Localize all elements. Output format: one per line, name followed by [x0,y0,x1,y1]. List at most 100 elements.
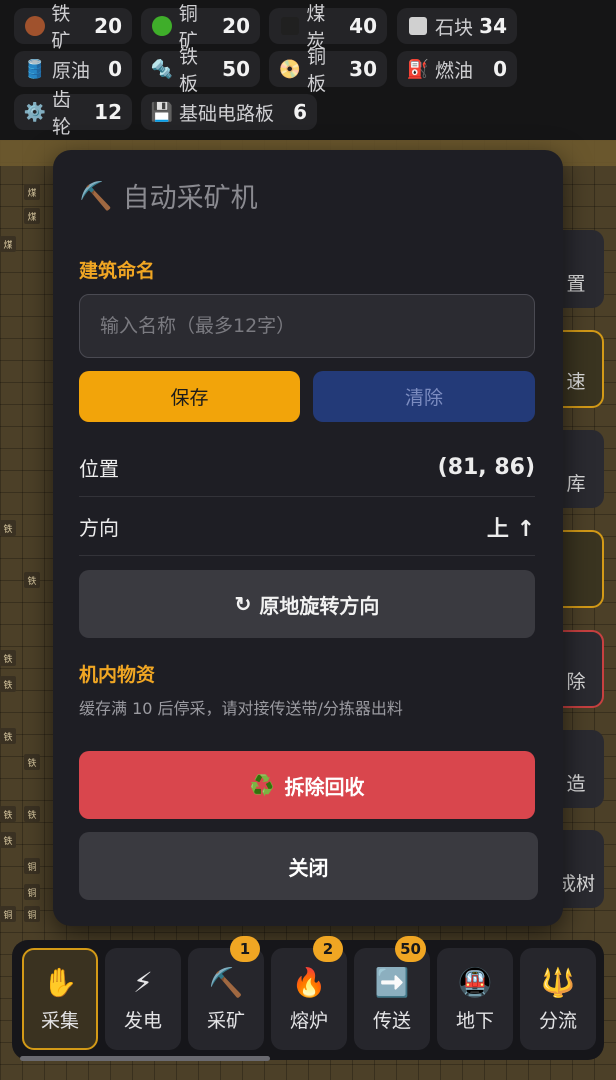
circuit-board-icon: 💾 [150,101,174,123]
resource-count: 34 [479,14,507,38]
rotate-direction-button[interactable]: ↻ 原地旋转方向 [79,570,535,638]
resource-chip: 🛢️ 原油 0 [14,51,132,87]
stone-icon [407,15,429,37]
tool-label: 传送 [372,1009,411,1032]
resource-label: 原油 [52,59,91,82]
tool-fire[interactable]: 🔥 熔炉 2 [271,936,347,1050]
resource-chip: 煤炭 40 [269,3,387,52]
resource-count: 6 [293,100,307,124]
fuel-icon: ⛽ [406,58,430,80]
close-button[interactable]: 关闭 [79,832,538,900]
building-name-input[interactable] [79,294,535,358]
demolish-button[interactable]: ♻️ 拆除回收 [79,751,535,819]
hand-icon: ✋ [42,965,78,999]
resource-count: 0 [493,57,507,81]
direction-value: 上 ↑ [486,516,535,542]
ore-tile: 铁 [24,754,40,770]
trident-icon: 🔱 [540,965,576,999]
position-row: 位置 (81, 86) [79,439,535,497]
tool-lightning[interactable]: ⚡ 发电 [105,948,181,1050]
pickaxe-icon: ⛏️ [79,180,113,212]
tool-label: 熔炉 [289,1009,328,1032]
tool-label: 分流 [538,1009,577,1032]
pickaxe-icon: ⛏️ [208,965,244,999]
ore-tile: 铁 [0,832,16,848]
inventory-section-label: 机内物资 [79,664,156,686]
resource-label: 齿轮 [52,89,72,138]
resource-chip: 石块 34 [397,8,517,44]
ore-tile: 铜 [24,858,40,874]
rotate-label: 原地旋转方向 [259,595,380,618]
copper-ore-icon [151,15,173,37]
ore-tile: 铜 [24,884,40,900]
save-button[interactable]: 保存 [79,371,300,422]
resource-chip: 铁矿 20 [14,3,132,52]
tool-label: 采矿 [206,1009,245,1032]
side-button-label: 库 [566,473,586,495]
iron-ore-icon [24,15,45,37]
ore-tile: 铁 [0,520,16,536]
subway-icon: 🚇 [457,965,493,999]
copper-plate-icon: 📀 [278,58,302,80]
direction-label: 方向 [79,516,119,540]
resource-chip: 铜矿 20 [141,3,260,52]
arrow-right-icon: ➡️ [374,965,410,999]
gear-icon: ⚙️ [23,101,47,123]
resource-chip: 💾 基础电路板 6 [141,94,317,130]
resource-count: 20 [94,14,122,38]
building-info-modal: ⛏️ 自动采矿机 建筑命名 保存 清除 位置 (81, 86) 方向 上 ↑ ↻… [53,150,563,926]
demolish-label: 拆除回收 [284,776,365,799]
side-button-label: 置 [566,273,586,295]
tool-label: 地下 [455,1009,494,1032]
resource-chip: 🔩 铁板 50 [141,46,260,95]
resource-bar: 铁矿 20 铜矿 20 煤炭 40 石块 34 🛢️ 原油 0 🔩 铁板 50 📀 铜板 30 ⛽ 燃油 0 ⚙️ 齿轮 1… [0,0,616,140]
tool-arrow-right[interactable]: ➡️ 传送 50 [354,936,430,1050]
resource-label: 铁板 [179,46,199,95]
ore-tile: 铁 [24,572,40,588]
resource-count: 12 [94,100,122,124]
tool-subway[interactable]: 🚇 地下 [437,948,513,1050]
resource-count: 40 [349,14,377,38]
crude-oil-icon: 🛢️ [23,58,47,80]
resource-count: 20 [222,14,250,38]
side-button-label: 造 [566,773,586,795]
ore-tile: 铁 [0,728,16,744]
ore-tile: 铜 [0,906,16,922]
ore-tile: 铁 [0,806,16,822]
resource-count: 50 [222,57,250,81]
modal-title: ⛏️ 自动采矿机 [79,176,258,215]
resource-chip: 📀 铜板 30 [269,46,387,95]
resource-chip: ⛽ 燃油 0 [397,51,517,87]
count-badge: 2 [313,936,343,962]
resource-count: 0 [108,57,122,81]
resource-label: 铁矿 [51,3,71,52]
tool-pickaxe[interactable]: ⛏️ 采矿 1 [188,936,264,1050]
ore-tile: 煤 [24,208,40,224]
tool-label: 发电 [123,1009,162,1032]
iron-plate-icon: 🔩 [150,58,174,80]
name-section-label: 建筑命名 [79,260,156,282]
rotate-icon: ↻ [234,593,252,616]
resource-label: 石块 [435,16,474,39]
fire-icon: 🔥 [291,965,327,999]
resource-label: 基础电路板 [179,102,275,125]
tool-trident[interactable]: 🔱 分流 [520,948,596,1050]
clear-button[interactable]: 清除 [313,371,535,422]
resource-chip: ⚙️ 齿轮 12 [14,89,132,138]
tool-label: 采集 [40,1009,79,1032]
resource-label: 燃油 [435,59,474,82]
toolbar-scrollbar[interactable] [20,1056,270,1061]
count-badge: 1 [230,936,260,962]
position-label: 位置 [79,457,119,481]
coal-icon [279,15,300,37]
ore-tile: 铁 [0,650,16,666]
recycle-icon: ♻️ [249,774,275,797]
tool-hand[interactable]: ✋ 采集 [22,948,98,1050]
build-toolbar: ✋ 采集 ⚡ 发电 ⛏️ 采矿 1 🔥 熔炉 2 ➡️ 传送 50 🚇 地下 🔱 分流 [12,936,604,1060]
side-button-label: 速 [566,371,586,393]
ore-tile: 煤 [24,184,40,200]
side-button-label: 除 [566,671,586,693]
resource-label: 铜板 [307,46,327,95]
ore-tile: 铜 [24,906,40,922]
inventory-note: 缓存满 10 后停采，请对接传送带/分拣器出料 [79,699,403,718]
